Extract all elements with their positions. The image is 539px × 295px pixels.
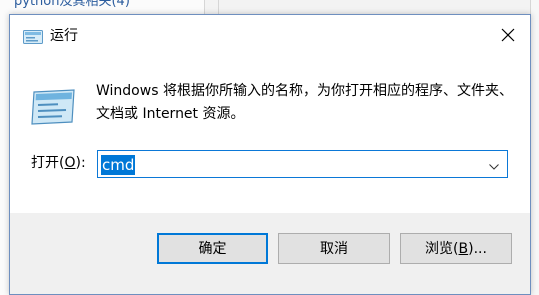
background-list-item[interactable]: python及其相关(4) xyxy=(14,0,204,10)
browse-button[interactable]: 浏览(B)... xyxy=(400,233,512,264)
run-large-icon xyxy=(28,86,78,126)
dialog-title: 运行 xyxy=(50,28,78,44)
dropdown-button[interactable] xyxy=(483,152,505,176)
open-label-suffix: ): xyxy=(75,155,86,171)
description-text: Windows 将根据你所输入的名称，为你打开相应的程序、文件夹、文档或 Int… xyxy=(96,83,513,122)
run-dialog: 运行 Windows 将根据你所输入的名称，为你打开相应的程序、文件夹、文档或 … xyxy=(9,14,531,295)
open-label: 打开(O): xyxy=(31,154,86,172)
command-input[interactable] xyxy=(99,152,483,176)
screen: python及其相关(4) 运行 Windows 将根据你所输入的名称，为你打开… xyxy=(0,0,539,295)
open-label-accesskey: O xyxy=(64,155,76,171)
browse-label-prefix: 浏览( xyxy=(425,241,459,257)
background-scrollbar[interactable] xyxy=(530,0,539,295)
chevron-down-icon xyxy=(489,155,499,174)
dialog-content: Windows 将根据你所输入的名称，为你打开相应的程序、文件夹、文档或 Int… xyxy=(10,58,530,213)
browse-label-suffix: )... xyxy=(468,241,487,257)
run-icon xyxy=(23,29,43,44)
browse-label-accesskey: B xyxy=(458,241,469,257)
open-combobox[interactable]: cmd xyxy=(97,150,508,178)
close-icon xyxy=(501,27,515,46)
title-bar[interactable]: 运行 xyxy=(10,15,530,58)
close-button[interactable] xyxy=(485,15,530,58)
cancel-button[interactable]: 取消 xyxy=(278,233,390,264)
ok-button[interactable]: 确定 xyxy=(157,233,268,264)
open-label-prefix: 打开( xyxy=(31,155,65,171)
